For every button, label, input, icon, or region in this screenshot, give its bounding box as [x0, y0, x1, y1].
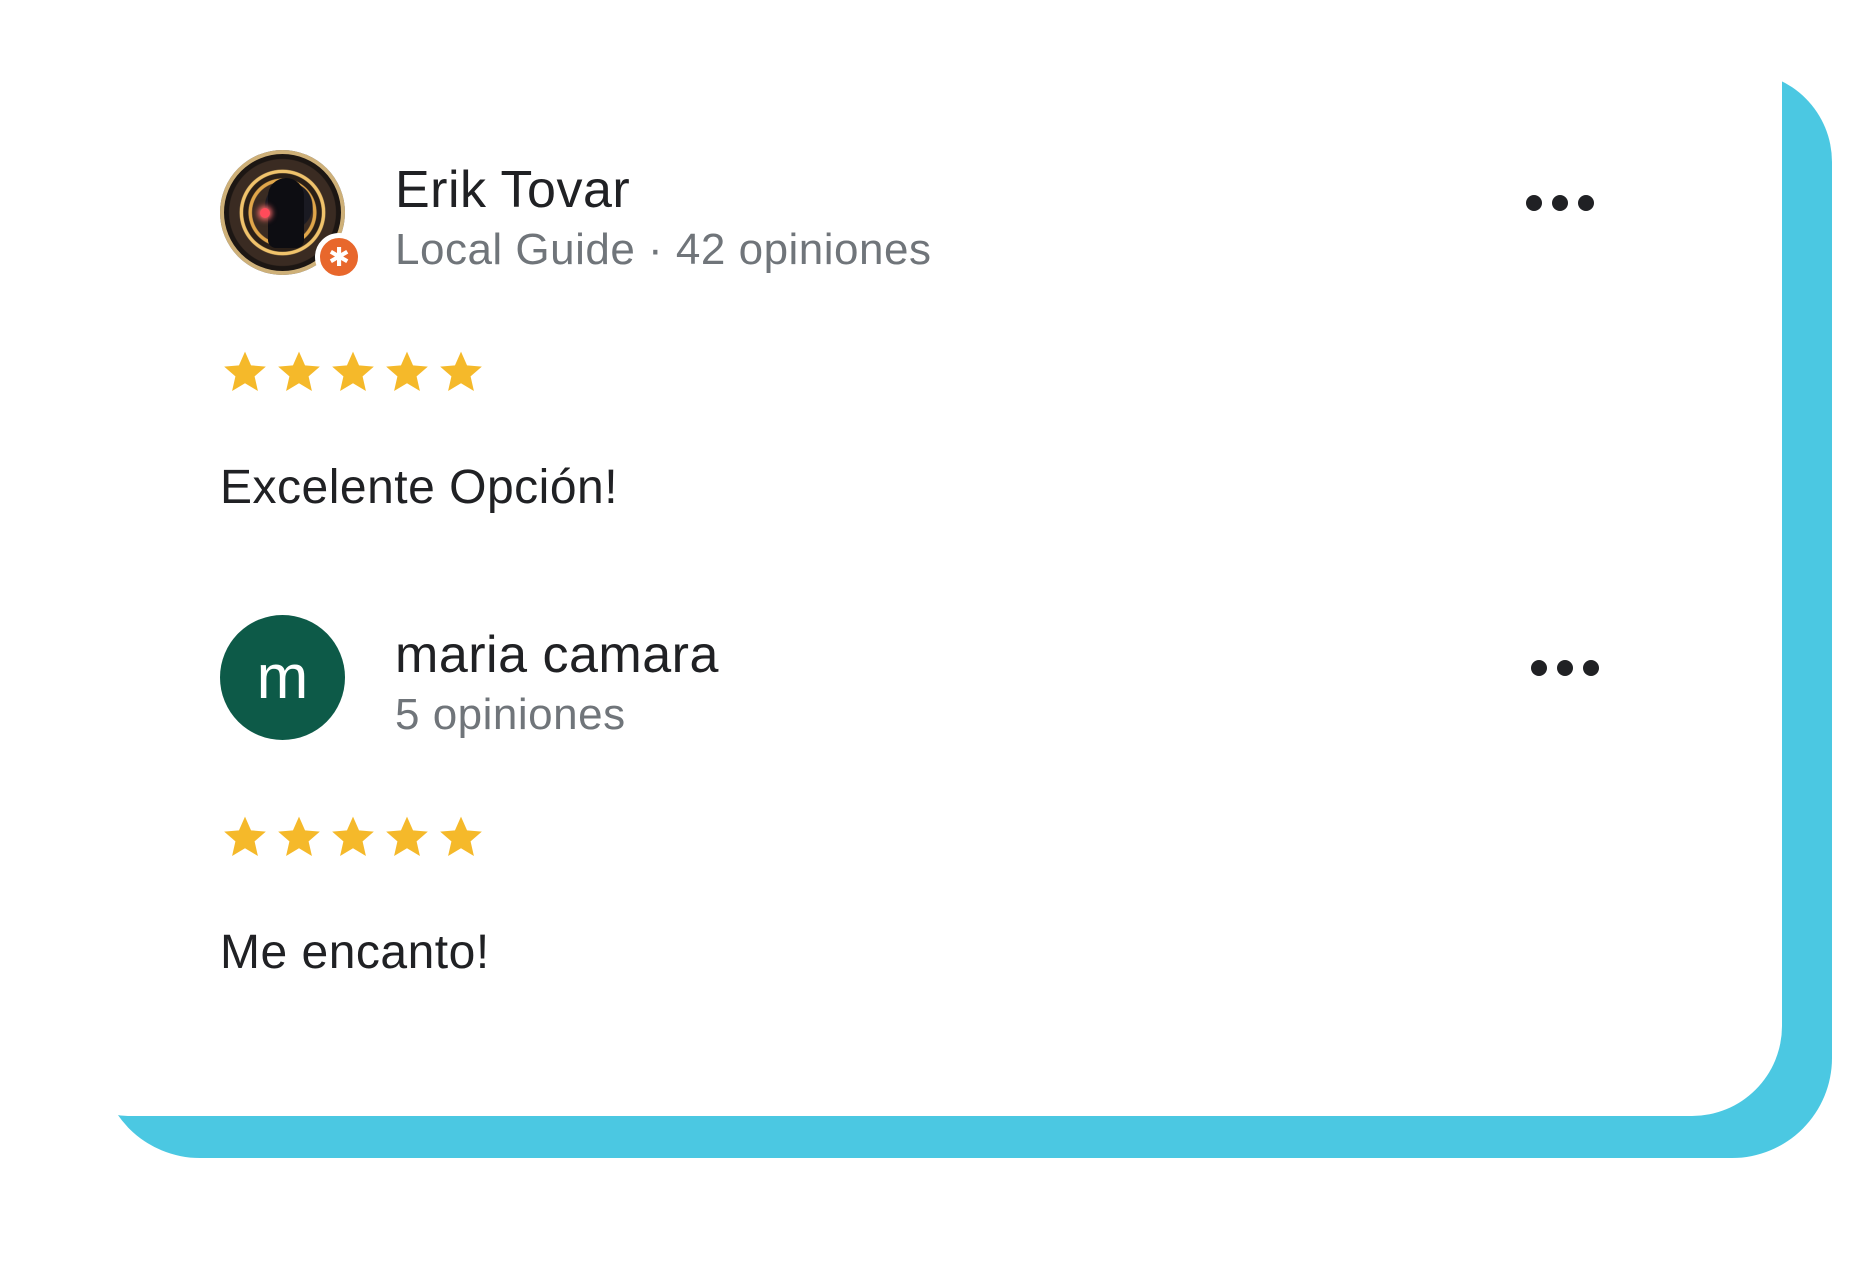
more-options-icon[interactable] [1520, 183, 1600, 223]
more-dot [1531, 660, 1547, 676]
star-icon [332, 351, 374, 391]
more-dot [1557, 660, 1573, 676]
star-rating [220, 347, 486, 397]
star-icon [386, 816, 428, 856]
avatar-sparkler [260, 208, 270, 218]
review-text: Me encanto! [220, 926, 490, 979]
author-avatar[interactable]: m [220, 615, 345, 740]
review-item: Erik Tovar Local Guide · 42 opiniones Ex… [180, 125, 1630, 545]
star-icon [440, 816, 482, 856]
star-icon [386, 351, 428, 391]
more-dot [1578, 195, 1594, 211]
avatar-person-figure [268, 178, 304, 248]
review-text: Excelente Opción! [220, 461, 619, 514]
star-rating [220, 812, 486, 862]
review-item: m maria camara 5 opiniones Me encanto! [180, 590, 1630, 1010]
author-meta: 5 opiniones [395, 690, 626, 739]
star-icon [440, 351, 482, 391]
star-icon [332, 816, 374, 856]
star-icon [278, 351, 320, 391]
more-dot [1552, 195, 1568, 211]
star-icon [278, 816, 320, 856]
author-name[interactable]: maria camara [395, 625, 719, 685]
more-dot [1583, 660, 1599, 676]
local-guide-star-icon: ✱ [315, 233, 363, 281]
more-dot [1526, 195, 1542, 211]
star-icon [224, 351, 266, 391]
star-icon [224, 816, 266, 856]
more-options-icon[interactable] [1525, 648, 1605, 688]
author-meta: Local Guide · 42 opiniones [395, 225, 932, 274]
author-name[interactable]: Erik Tovar [395, 160, 630, 220]
